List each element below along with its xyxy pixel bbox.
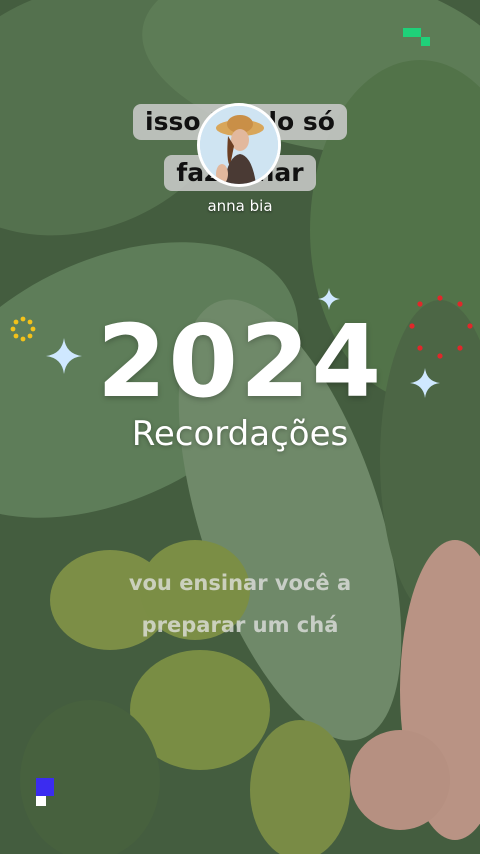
mid-caption-line-1: vou ensinar você a	[128, 571, 352, 595]
avatar-image	[200, 106, 278, 184]
mid-caption-line-2: preparar um chá	[141, 613, 339, 637]
pixel-corner-icon	[403, 28, 430, 46]
sun-dots-icon	[10, 316, 36, 342]
sparkle-icon	[410, 368, 440, 398]
red-dot-ring-icon	[409, 295, 473, 359]
sparkle-icon	[46, 338, 82, 374]
avatar[interactable]	[197, 103, 281, 187]
pixel-corner-icon	[36, 778, 54, 806]
sparkle-icon	[318, 288, 340, 310]
subtitle: Recordações	[131, 414, 349, 454]
username[interactable]: anna bia	[0, 197, 480, 215]
